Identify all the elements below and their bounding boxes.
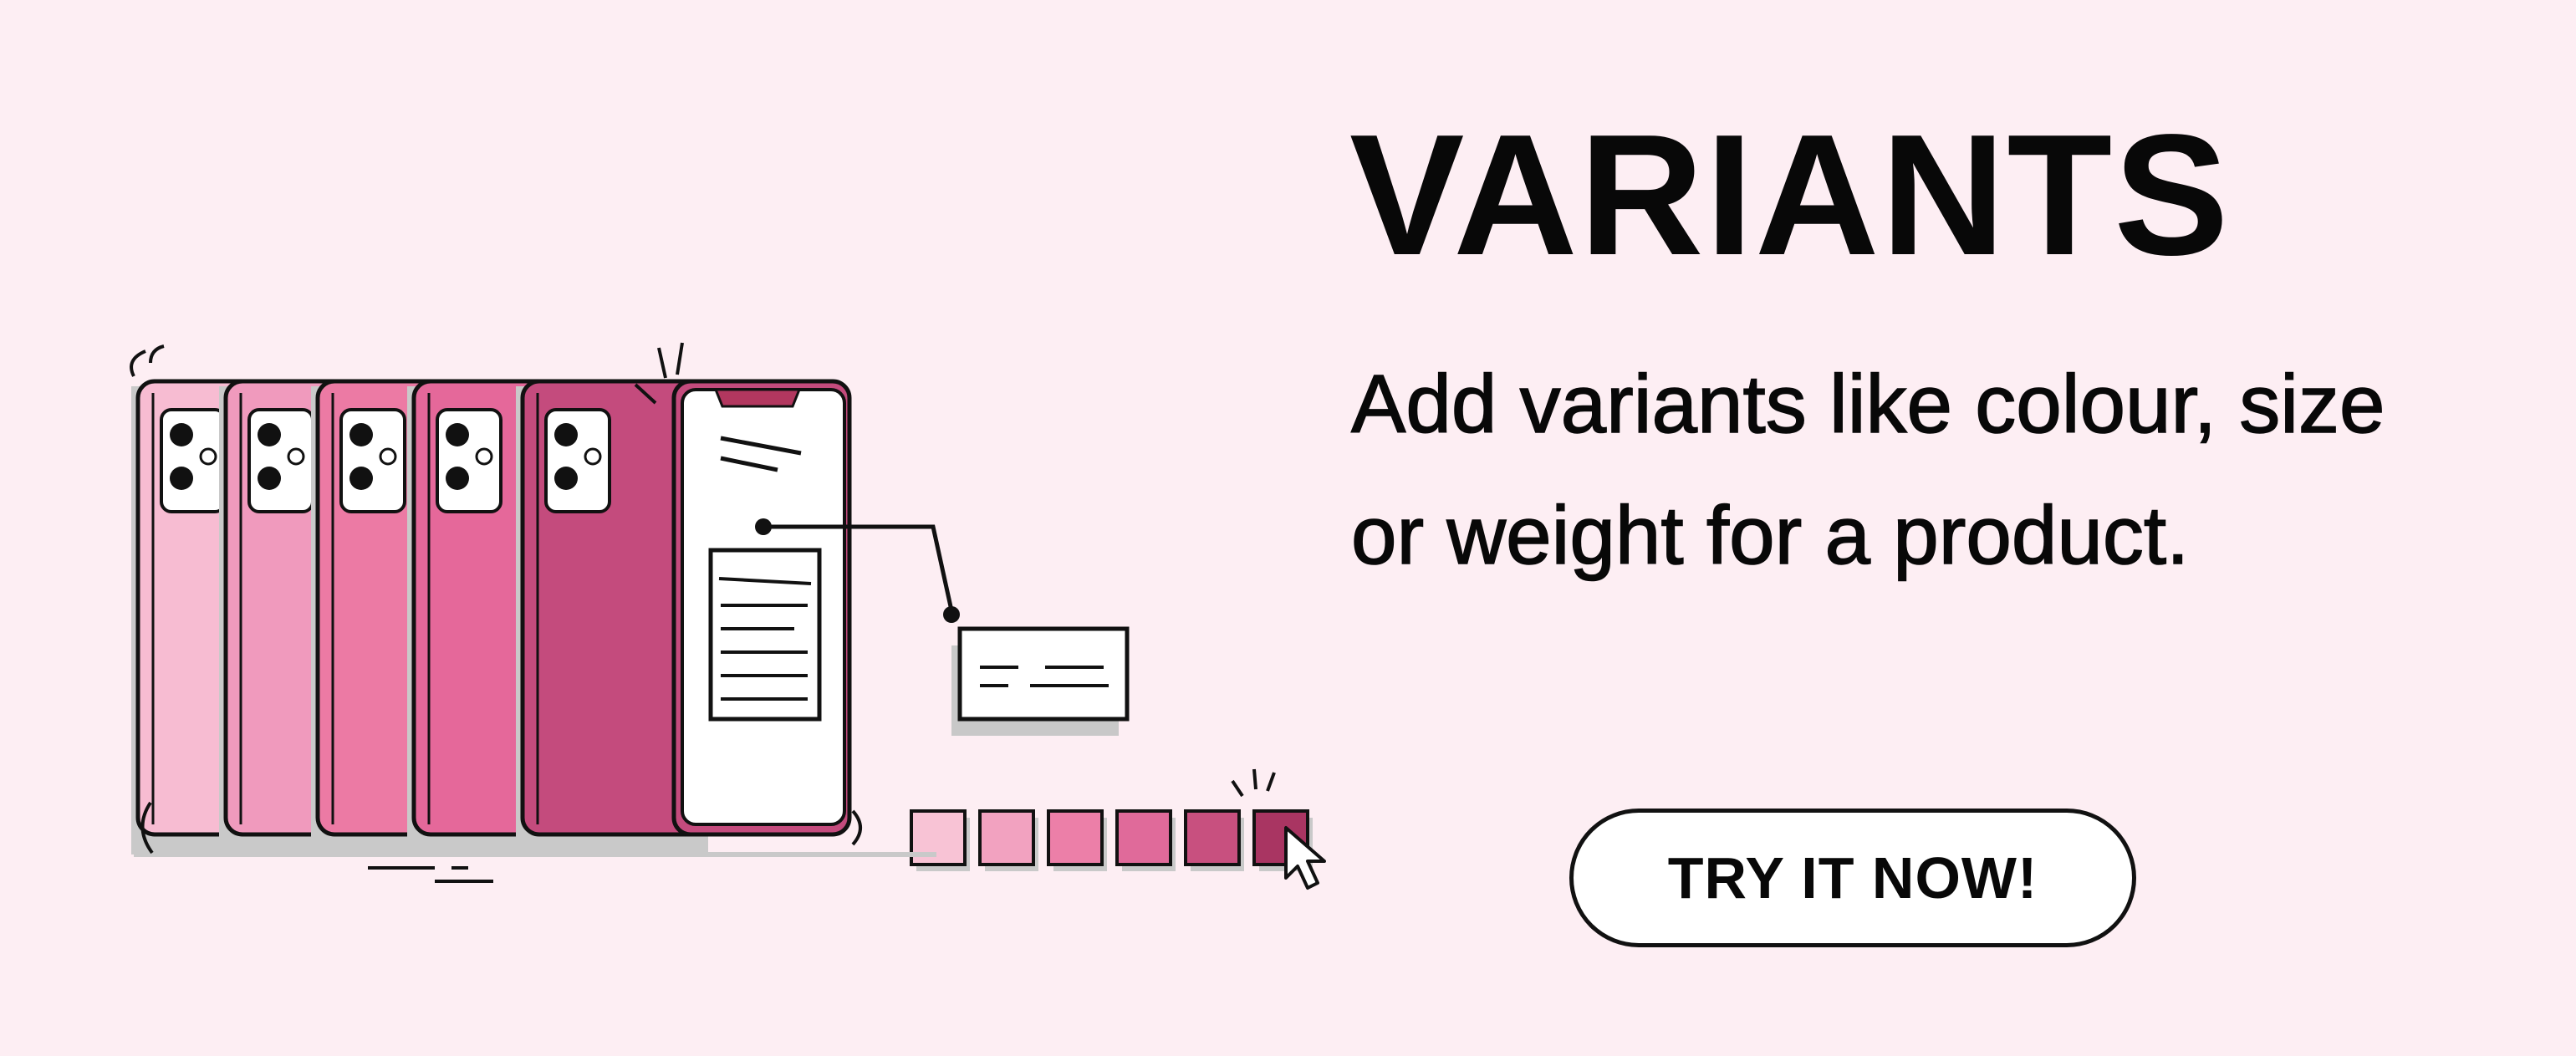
colour-swatch: [1184, 809, 1241, 866]
page-title: VARIANTS: [1349, 99, 2231, 291]
phone-variants-illustration: [130, 342, 1326, 890]
colour-swatch: [1115, 809, 1172, 866]
colour-swatch: [1047, 809, 1104, 866]
colour-swatches: [910, 809, 1313, 871]
colour-swatch: [978, 809, 1035, 866]
phones-group: [131, 379, 709, 854]
try-it-now-button[interactable]: TRY IT NOW!: [1569, 809, 2136, 947]
description-text: Add variants like colour, size or weight…: [1350, 357, 2385, 582]
